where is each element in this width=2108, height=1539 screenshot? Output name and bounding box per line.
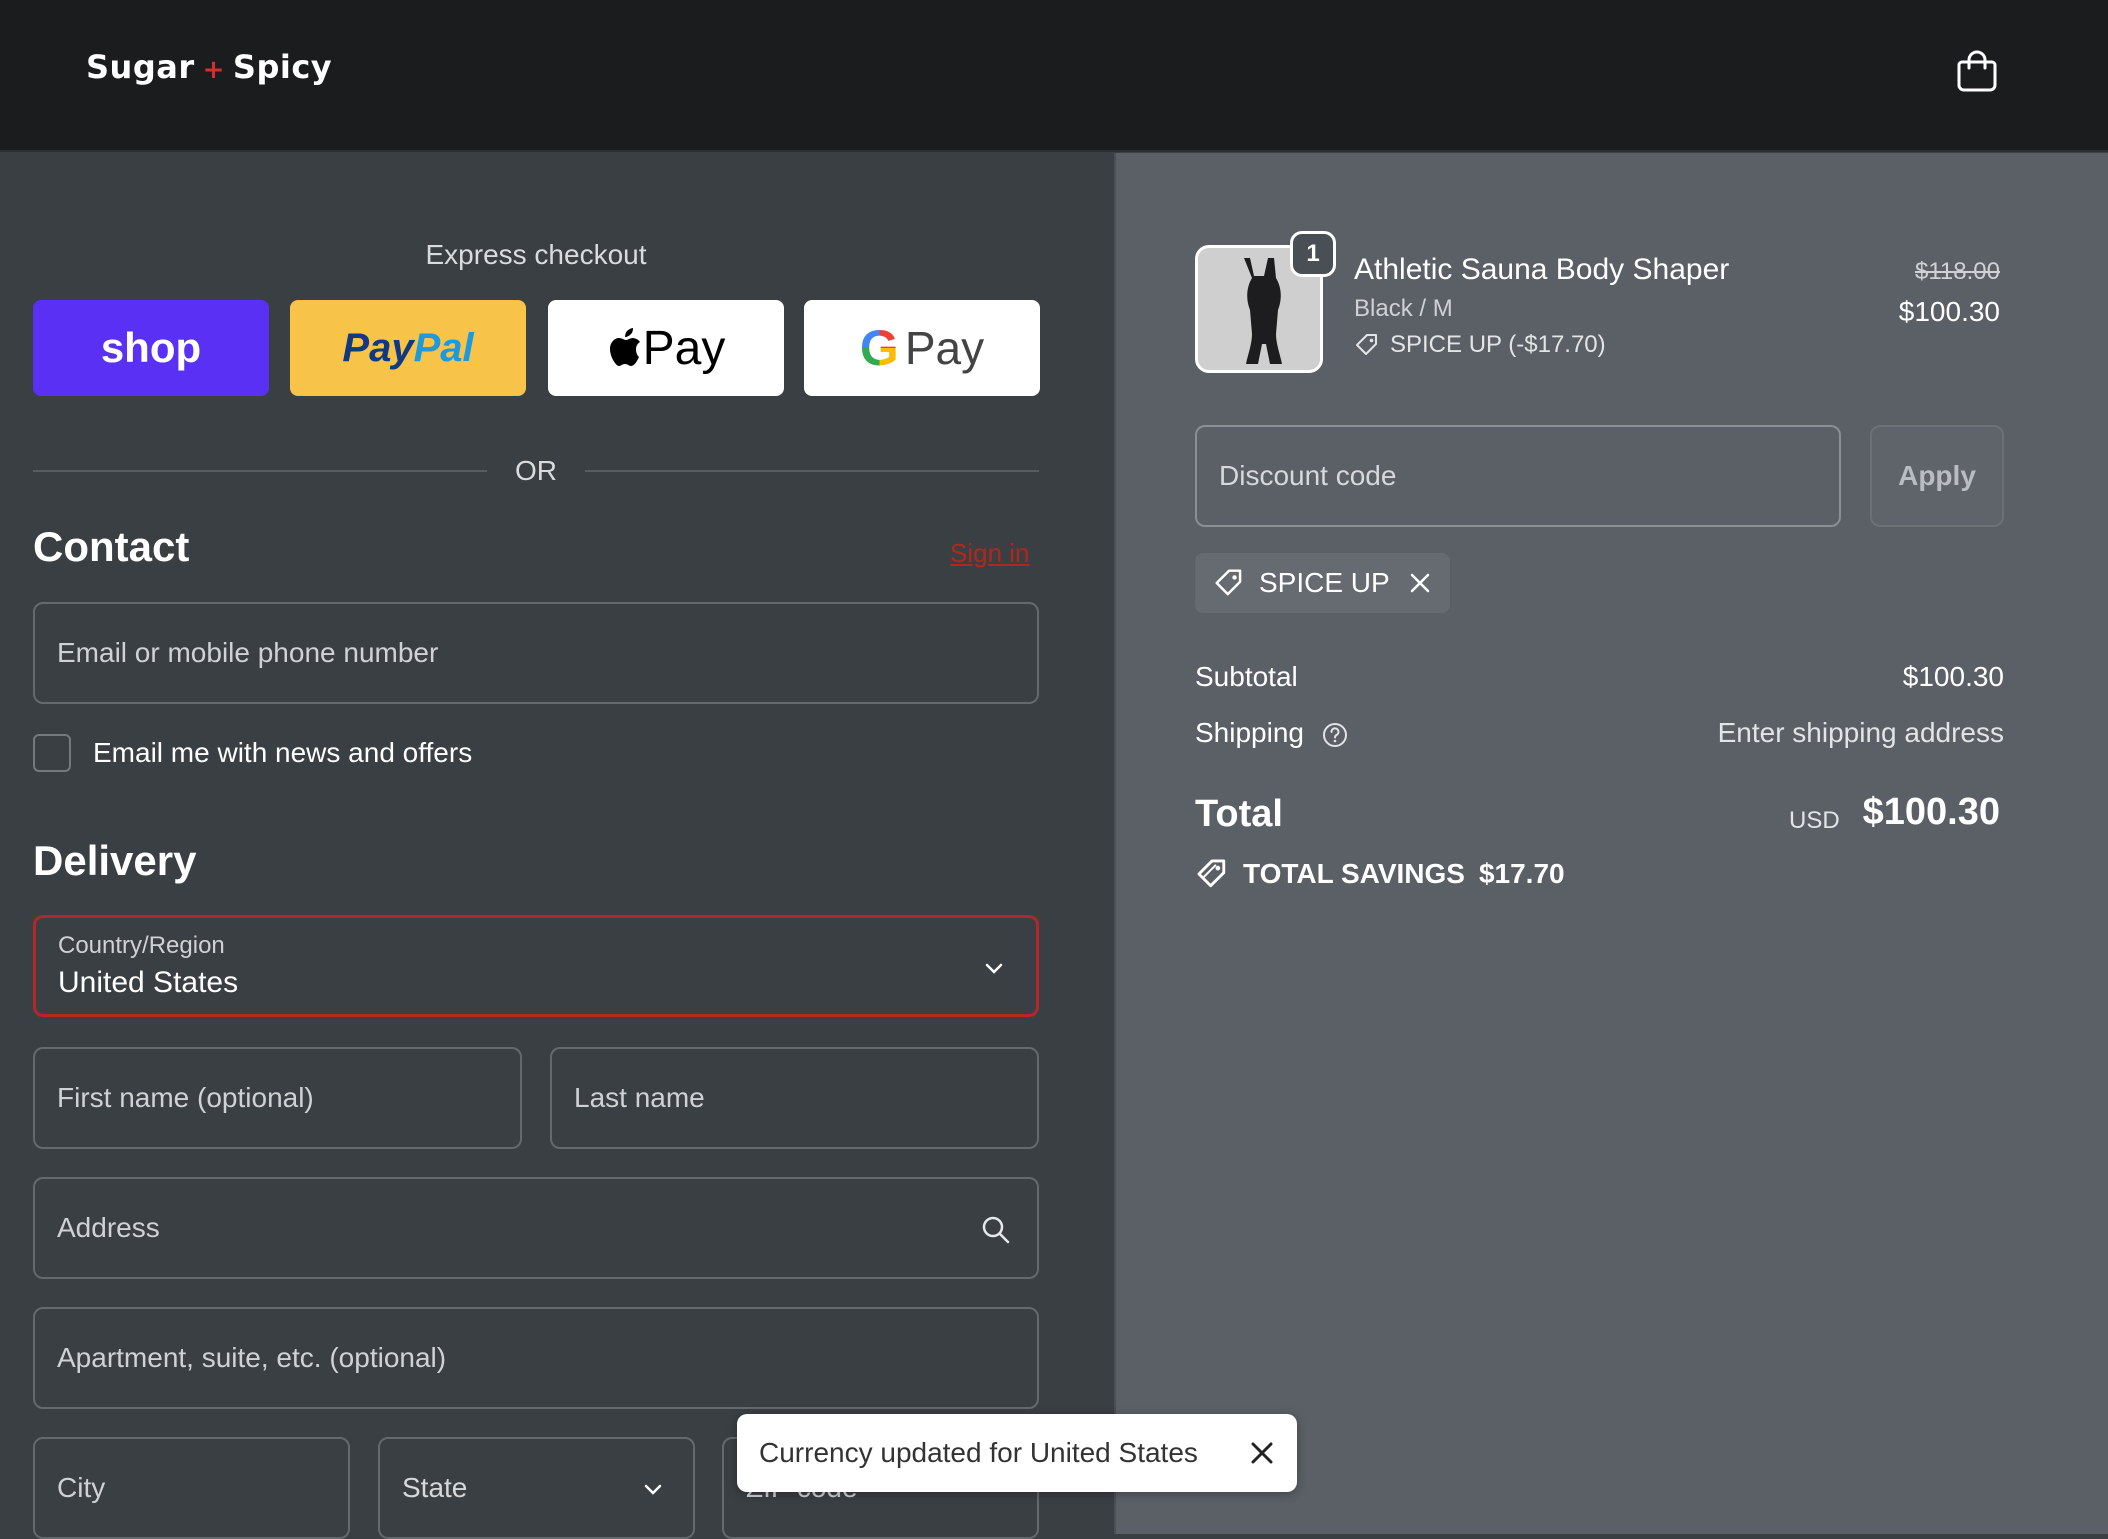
google-pay-label: Pay [904,322,985,374]
paypal-label-pal: Pal [413,325,474,370]
apple-pay-label: Pay [642,321,726,375]
apple-pay-button[interactable]: Pay [548,300,784,396]
last-name-input[interactable] [574,1082,1037,1114]
newsletter-checkbox[interactable] [33,734,71,772]
chevron-down-icon [644,1484,662,1495]
brand-name-left: Sugar [86,48,195,86]
shipping-row: Shipping Enter shipping address [1195,717,2004,749]
applied-code-label: SPICE UP [1259,567,1390,598]
country-value: United States [58,966,239,999]
paypal-label-pay: Pay [342,325,414,370]
shop-pay-label: shop [100,324,202,371]
state-select[interactable]: State [378,1437,695,1539]
or-text: OR [515,455,557,486]
search-icon [982,1216,1010,1244]
total-currency: USD [1789,807,1840,834]
express-checkout-title: Express checkout [425,239,647,270]
address-field[interactable] [33,1177,1039,1279]
savings-value: $17.70 [1478,858,1565,889]
city-input[interactable] [57,1472,348,1504]
google-g-logo: G [859,320,899,376]
total-savings: TOTAL SAVINGS $17.70 [1195,857,1565,891]
item-discount: SPICE UP (-$17.70) [1354,331,1606,359]
google-pay-button[interactable]: G Pay [804,300,1040,396]
address-input[interactable] [57,1212,1037,1244]
city-field[interactable] [33,1437,350,1539]
contact-title: Contact [33,523,190,570]
sign-in-link[interactable]: Sign in [950,538,1030,569]
header: Sugar + Spicy [0,0,2108,152]
country-label: Country/Region [58,932,225,959]
applied-code-chip: SPICE UP [1195,553,1450,613]
quantity-badge: 1 [1290,231,1336,277]
subtotal-row: Subtotal $100.30 [1195,661,2004,693]
total-value: $100.30 [1862,791,2000,833]
chevron-down-icon [985,963,1003,974]
help-circle-icon[interactable] [1322,722,1348,748]
brand-name-right: Spicy [232,48,333,86]
country-select[interactable]: Country/Region United States [33,915,1039,1017]
subtotal-label: Subtotal [1195,661,1298,692]
remove-code-close-icon[interactable] [1408,571,1432,595]
toast-close-icon[interactable] [1249,1440,1275,1466]
discount-code-field[interactable] [1195,425,1841,527]
or-divider: OR [33,451,1039,491]
apply-button[interactable]: Apply [1870,425,2004,527]
newsletter-label: Email me with news and offers [93,737,473,768]
first-name-input[interactable] [57,1082,520,1114]
toast-message: Currency updated for United States [759,1437,1198,1468]
first-name-field[interactable] [33,1047,522,1149]
email-field[interactable] [33,602,1039,704]
shipping-value: Enter shipping address [1717,717,2004,748]
checkout-form-panel: Express checkout shop Pay Pal Pay G Pay O… [0,153,1114,1539]
total-label: Total [1195,793,1283,835]
shipping-label: Shipping [1195,717,1304,748]
item-variant: Black / M [1354,295,1453,322]
delivery-title: Delivery [33,837,197,884]
item-price: $100.30 [1898,296,2000,327]
item-name: Athletic Sauna Body Shaper [1354,253,1730,286]
apartment-field[interactable] [33,1307,1039,1409]
savings-label: TOTAL SAVINGS [1243,858,1465,889]
shopping-bag-icon[interactable] [1954,48,2000,94]
original-price: $118.00 [1915,258,2000,285]
item-discount-label: SPICE UP (-$17.70) [1390,331,1606,358]
brand-plus: + [202,55,225,85]
subtotal-value: $100.30 [1902,661,2004,692]
apartment-input[interactable] [57,1342,1037,1374]
email-input[interactable] [57,637,1037,669]
discount-code-input[interactable] [1219,460,1839,492]
currency-toast: Currency updated for United States [737,1414,1297,1492]
last-name-field[interactable] [550,1047,1039,1149]
order-summary-panel: 1 Athletic Sauna Body Shaper Black / M S… [1114,153,2108,1534]
savings-tag-icon [1197,859,1226,888]
apple-icon [609,328,640,366]
newsletter-row[interactable]: Email me with news and offers [33,733,472,773]
tag-icon [1215,569,1242,596]
paypal-button[interactable]: Pay Pal [290,300,526,396]
shop-pay-button[interactable]: shop [33,300,269,396]
state-label: State [402,1472,468,1503]
tag-icon [1356,334,1377,355]
brand-logo[interactable]: Sugar + Spicy [86,48,332,86]
